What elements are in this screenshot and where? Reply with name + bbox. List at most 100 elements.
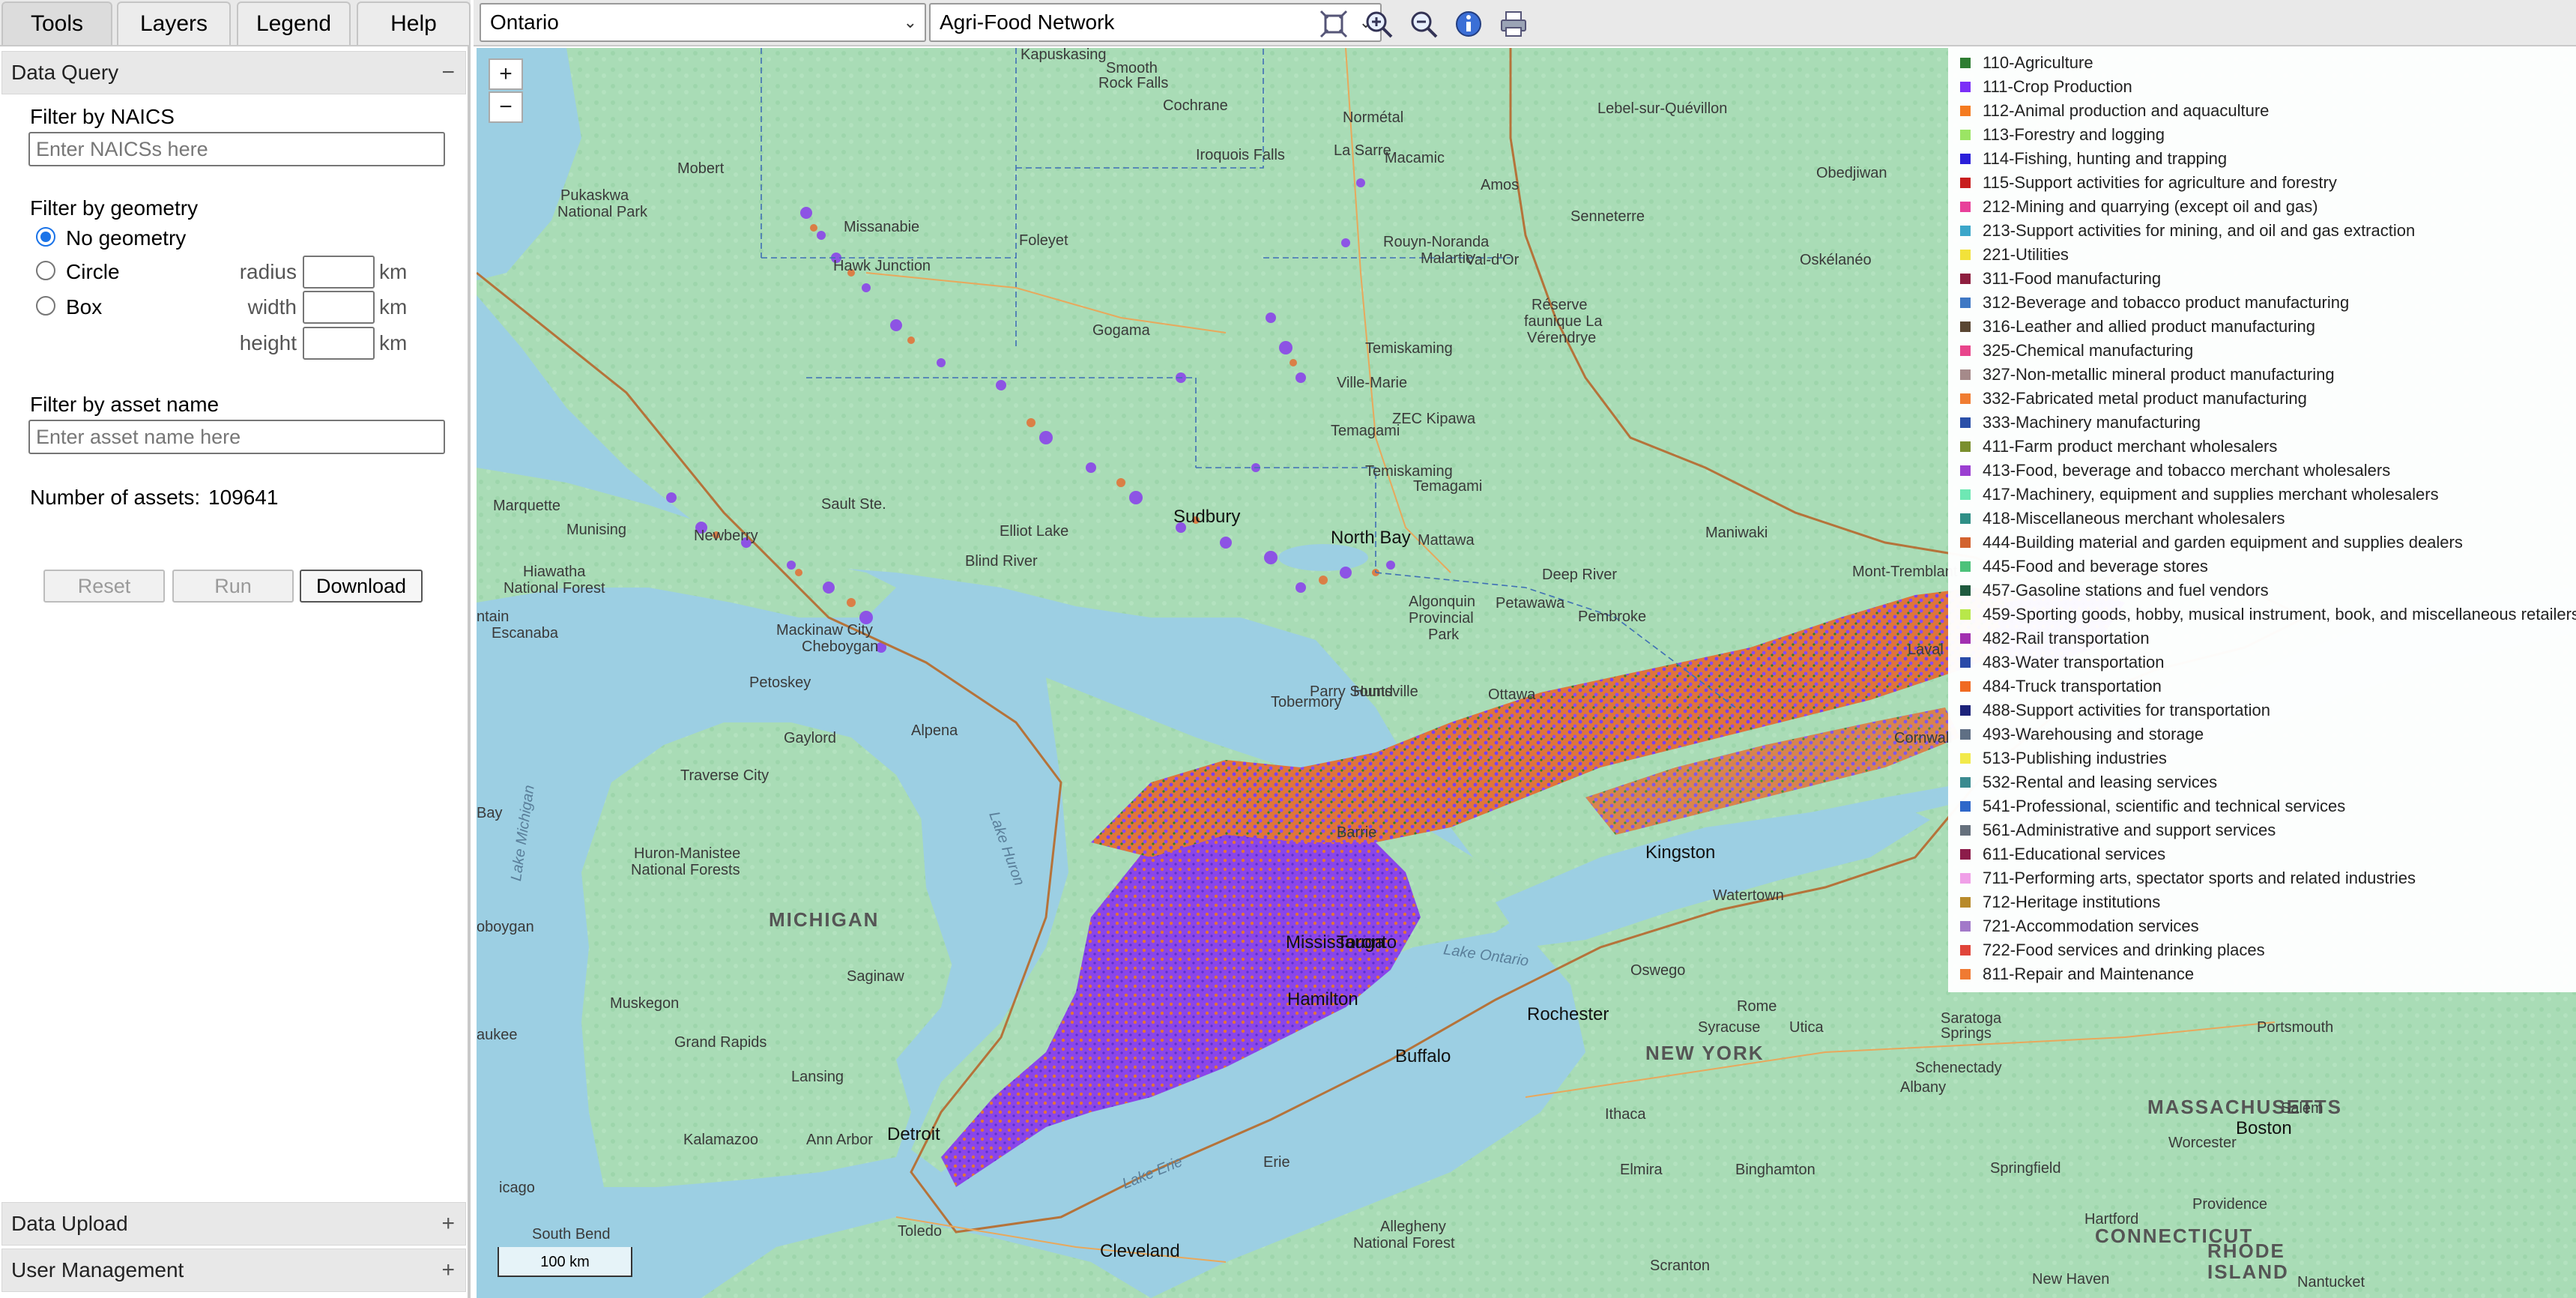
- place-label: Boston: [2236, 1118, 2292, 1138]
- radio-box[interactable]: [36, 296, 55, 316]
- download-button[interactable]: Download: [300, 570, 423, 603]
- place-label: Scranton: [1650, 1258, 1711, 1274]
- map-zoom-out-button[interactable]: −: [489, 91, 523, 123]
- place-label: Hamilton: [1287, 989, 1358, 1009]
- place-label: Springs: [1941, 1025, 1992, 1042]
- expand-icon[interactable]: +: [441, 1249, 455, 1291]
- left-panel: Tools Layers Legend Help Data Query − Fi…: [0, 0, 471, 1298]
- legend-swatch: [1960, 513, 1971, 524]
- place-label: Rochester: [1527, 1004, 1609, 1024]
- legend-swatch: [1960, 633, 1971, 644]
- legend-label: 711-Performing arts, spectator sports an…: [1983, 869, 2416, 887]
- place-label: Erie: [1263, 1154, 1290, 1171]
- place-label: Traverse City: [680, 767, 770, 784]
- legend-label: 445-Food and beverage stores: [1983, 557, 2208, 576]
- place-label: Blind River: [965, 553, 1038, 570]
- place-label: Oskélanéo: [1800, 252, 1872, 268]
- place-label: Springfield: [1990, 1160, 2061, 1177]
- place-label: South Bend: [532, 1226, 611, 1243]
- full-extent-icon[interactable]: [1319, 9, 1349, 39]
- place-label: Temagami: [1413, 478, 1483, 495]
- place-label: Mackinaw City: [776, 622, 873, 639]
- reset-button[interactable]: Reset: [43, 570, 165, 603]
- data-upload-title: Data Upload: [11, 1212, 128, 1235]
- place-label: Temagami: [1331, 423, 1400, 439]
- place-label: Temiskaming: [1365, 340, 1453, 357]
- place-label: RHODE: [2207, 1240, 2285, 1262]
- place-label: Kapuskasing: [1021, 48, 1107, 63]
- place-label: Munising: [566, 522, 627, 538]
- place-label: Iroquois Falls: [1196, 147, 1285, 163]
- naics-input[interactable]: [28, 132, 445, 166]
- legend-swatch: [1960, 345, 1971, 356]
- legend-label: 561-Administrative and support services: [1983, 821, 2276, 839]
- legend-label: 333-Machinery manufacturing: [1983, 413, 2201, 432]
- place-label: Maniwaki: [1705, 525, 1768, 541]
- place-label: Petoskey: [749, 674, 811, 691]
- asset-name-input[interactable]: [28, 420, 445, 454]
- tab-help[interactable]: Help: [357, 1, 471, 45]
- place-label: Mont-Tremblant: [1852, 564, 1958, 580]
- place-label: Allegheny: [1380, 1219, 1446, 1235]
- place-label: Alpena: [911, 722, 958, 739]
- legend-swatch: [1960, 729, 1971, 740]
- legend-swatch: [1960, 130, 1971, 140]
- asset-count-value: 109641: [208, 486, 279, 509]
- place-label: Cleveland: [1100, 1241, 1180, 1261]
- tab-layers[interactable]: Layers: [117, 1, 231, 45]
- radio-no-geometry[interactable]: [36, 227, 55, 247]
- height-input[interactable]: [303, 327, 375, 360]
- place-label: Detroit: [887, 1124, 940, 1144]
- network-select[interactable]: Agri-Food Network ⌄: [929, 3, 1382, 42]
- legend-label: 114-Fishing, hunting and trapping: [1983, 149, 2228, 168]
- legend-swatch: [1960, 441, 1971, 452]
- asset-count-label: Number of assets:: [30, 486, 201, 509]
- radius-input[interactable]: [303, 256, 375, 289]
- radio-circle[interactable]: [36, 261, 55, 280]
- place-label: Temiskaming: [1365, 463, 1453, 480]
- legend-swatch: [1960, 585, 1971, 596]
- place-label: ZEC Kipawa: [1392, 411, 1476, 427]
- legend-swatch: [1960, 705, 1971, 716]
- place-label: Huron-Manistee: [634, 845, 741, 862]
- legend-swatch: [1960, 154, 1971, 164]
- legend-swatch: [1960, 657, 1971, 668]
- place-label: Ville-Marie: [1337, 375, 1408, 391]
- info-icon[interactable]: [1454, 9, 1484, 39]
- region-select-value: Ontario: [490, 10, 559, 34]
- tab-tools[interactable]: Tools: [1, 1, 112, 45]
- print-icon[interactable]: [1499, 9, 1529, 39]
- legend-label: 411-Farm product merchant wholesalers: [1983, 437, 2278, 456]
- user-management-header[interactable]: User Management +: [1, 1249, 466, 1292]
- region-select[interactable]: Ontario ⌄: [480, 3, 926, 42]
- place-label: Deep River: [1542, 567, 1618, 583]
- radio-no-geometry-label: No geometry: [66, 226, 187, 250]
- place-label: Schenectady: [1915, 1060, 2002, 1076]
- place-label: ntain: [477, 609, 510, 625]
- height-label: height: [239, 331, 297, 354]
- expand-icon[interactable]: +: [441, 1203, 455, 1245]
- place-label: Huntsville: [1353, 683, 1418, 700]
- place-label: Nantucket: [2297, 1274, 2365, 1291]
- data-query-header[interactable]: Data Query −: [1, 51, 466, 94]
- data-upload-header[interactable]: Data Upload +: [1, 1202, 466, 1246]
- collapse-icon[interactable]: −: [441, 52, 455, 94]
- run-button[interactable]: Run: [172, 570, 294, 603]
- place-label: Newberry: [694, 528, 758, 544]
- user-management-title: User Management: [11, 1258, 184, 1282]
- width-input[interactable]: [303, 291, 375, 324]
- place-label: Sault Ste.: [821, 496, 886, 513]
- place-label: Park: [1428, 627, 1460, 643]
- zoom-out-icon[interactable]: [1409, 9, 1439, 39]
- place-label: Cheboygan: [802, 639, 879, 655]
- tab-legend[interactable]: Legend: [237, 1, 351, 45]
- legend-label: 111-Crop Production: [1983, 77, 2132, 96]
- legend-label: 488-Support activities for transportatio…: [1983, 701, 2270, 719]
- map-zoom-in-button[interactable]: +: [489, 58, 523, 90]
- legend-label: 418-Miscellaneous merchant wholesalers: [1983, 509, 2285, 528]
- place-label: Syracuse: [1698, 1019, 1761, 1036]
- zoom-in-icon[interactable]: [1364, 9, 1394, 39]
- place-label: Provincial: [1409, 610, 1474, 627]
- legend-label: 457-Gasoline stations and fuel vendors: [1983, 581, 2269, 600]
- legend-swatch: [1960, 465, 1971, 476]
